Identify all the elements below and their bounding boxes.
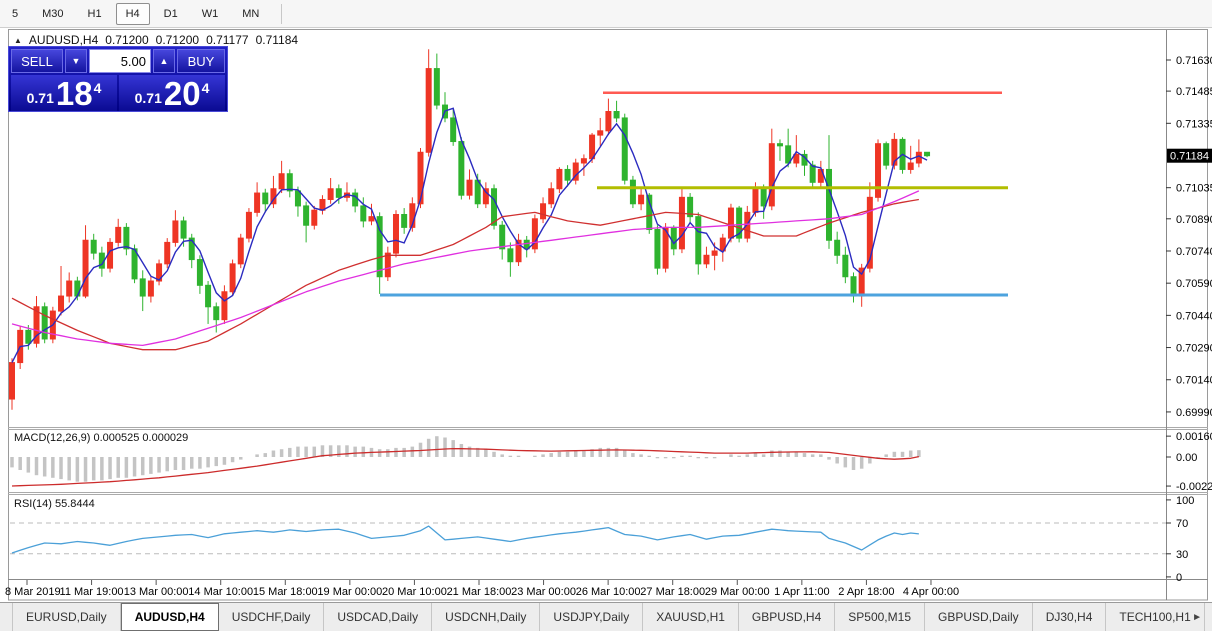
svg-text:70: 70 bbox=[1176, 518, 1188, 530]
svg-text:0: 0 bbox=[1176, 572, 1182, 584]
tab-gbpusd-h4[interactable]: GBPUSD,H4 bbox=[739, 603, 836, 631]
ohlc-open: 0.71200 bbox=[105, 33, 149, 47]
tab-dj30-h4[interactable]: DJ30,H4 bbox=[1033, 603, 1107, 631]
svg-text:2 Apr 18:00: 2 Apr 18:00 bbox=[838, 586, 894, 598]
buy-button[interactable]: BUY bbox=[177, 49, 225, 73]
tab-usdcad-daily[interactable]: USDCAD,Daily bbox=[324, 603, 433, 631]
svg-text:4 Apr 00:00: 4 Apr 00:00 bbox=[903, 586, 959, 598]
svg-text:27 Mar 18:00: 27 Mar 18:00 bbox=[640, 586, 705, 598]
svg-text:0.71485: 0.71485 bbox=[1176, 86, 1212, 98]
ohlc-close: 0.71184 bbox=[255, 33, 299, 47]
buy-price-big: 20 bbox=[163, 75, 201, 112]
tab-usdcnh-daily[interactable]: USDCNH,Daily bbox=[432, 603, 541, 631]
svg-text:0.71630: 0.71630 bbox=[1176, 55, 1212, 67]
macd-indicator-label: MACD(12,26,9) 0.000525 0.000029 bbox=[14, 432, 189, 444]
svg-text:0.001605: 0.001605 bbox=[1176, 431, 1212, 443]
tab-usdjpy-daily[interactable]: USDJPY,Daily bbox=[540, 603, 644, 631]
rsi-indicator-label: RSI(14) 55.8444 bbox=[14, 498, 95, 510]
tab-scroll-right-icon[interactable]: ► bbox=[1186, 603, 1208, 631]
svg-text:0.70140: 0.70140 bbox=[1176, 375, 1212, 387]
sell-button[interactable]: SELL bbox=[11, 49, 63, 73]
tab-usdchf-daily[interactable]: USDCHF,Daily bbox=[219, 603, 325, 631]
volume-input[interactable] bbox=[89, 49, 151, 73]
tab-eurusd-daily[interactable]: EURUSD,Daily bbox=[12, 603, 121, 631]
svg-text:0.70890: 0.70890 bbox=[1176, 214, 1212, 226]
svg-text:23 Mar 00:00: 23 Mar 00:00 bbox=[511, 586, 576, 598]
chart-symbol-period: AUDUSD,H4 bbox=[28, 33, 99, 47]
svg-text:26 Mar 10:00: 26 Mar 10:00 bbox=[576, 586, 641, 598]
ohlc-high: 0.71200 bbox=[155, 33, 200, 47]
svg-text:-0.002235: -0.002235 bbox=[1176, 481, 1212, 493]
svg-text:0.70590: 0.70590 bbox=[1176, 278, 1212, 290]
buy-price-small: 0.71 bbox=[134, 90, 162, 106]
tab-gbpusd-daily[interactable]: GBPUSD,Daily bbox=[925, 603, 1033, 631]
svg-text:0.70440: 0.70440 bbox=[1176, 310, 1212, 322]
svg-text:21 Mar 18:00: 21 Mar 18:00 bbox=[447, 586, 512, 598]
svg-text:0.71184: 0.71184 bbox=[1170, 151, 1209, 163]
collapse-triangle-icon: ▲ bbox=[14, 35, 22, 45]
svg-text:15 Mar 18:00: 15 Mar 18:00 bbox=[253, 586, 318, 598]
symbol-tab-bar: EURUSD,Daily AUDUSD,H4 USDCHF,Daily USDCAD,… bbox=[0, 602, 1212, 631]
svg-text:0.69990: 0.69990 bbox=[1176, 407, 1212, 419]
volume-decrement-button[interactable]: ▼ bbox=[65, 49, 87, 73]
volume-increment-button[interactable]: ▲ bbox=[153, 49, 175, 73]
svg-text:20 Mar 10:00: 20 Mar 10:00 bbox=[382, 586, 447, 598]
svg-text:14 Mar 10:00: 14 Mar 10:00 bbox=[188, 586, 253, 598]
svg-text:100: 100 bbox=[1176, 495, 1194, 507]
svg-text:30: 30 bbox=[1176, 549, 1188, 561]
sell-price-display[interactable]: 0.71 18 4 bbox=[11, 75, 117, 111]
one-click-trading-panel: SELL ▼ ▲ BUY 0.71 18 4 0.71 20 4 bbox=[8, 46, 228, 112]
svg-text:0.70290: 0.70290 bbox=[1176, 343, 1212, 355]
tab-sp500-m15[interactable]: SP500,M15 bbox=[835, 603, 925, 631]
mt4-terminal: 5 M30 H1 H4 D1 W1 MN 0.71630 0.71485 0.71335 0.71… bbox=[0, 0, 1212, 631]
buy-price-pip: 4 bbox=[201, 80, 210, 96]
sell-price-big: 18 bbox=[55, 75, 93, 112]
ohlc-low: 0.71177 bbox=[206, 33, 249, 47]
sell-price-pip: 4 bbox=[93, 80, 102, 96]
svg-text:13 Mar 00:00: 13 Mar 00:00 bbox=[124, 586, 189, 598]
buy-price-display[interactable]: 0.71 20 4 bbox=[119, 75, 225, 111]
svg-text:8 Mar 2019: 8 Mar 2019 bbox=[5, 586, 61, 598]
svg-text:0.71035: 0.71035 bbox=[1176, 183, 1212, 195]
svg-text:29 Mar 00:00: 29 Mar 00:00 bbox=[705, 586, 770, 598]
svg-text:0.00: 0.00 bbox=[1176, 452, 1197, 464]
sell-price-small: 0.71 bbox=[26, 90, 54, 106]
svg-text:0.70740: 0.70740 bbox=[1176, 246, 1212, 258]
svg-text:19 Mar 00:00: 19 Mar 00:00 bbox=[317, 586, 382, 598]
chart-ohlc-header: ▲ AUDUSD,H4 0.71200 0.71200 0.71177 0.71… bbox=[14, 33, 298, 47]
tab-audusd-h4[interactable]: AUDUSD,H4 bbox=[120, 603, 219, 631]
tab-xauusd-h1[interactable]: XAUUSD,H1 bbox=[643, 603, 739, 631]
svg-text:0.71335: 0.71335 bbox=[1176, 118, 1212, 130]
svg-text:11 Mar 19:00: 11 Mar 19:00 bbox=[60, 586, 124, 598]
svg-text:1 Apr 11:00: 1 Apr 11:00 bbox=[774, 586, 829, 598]
